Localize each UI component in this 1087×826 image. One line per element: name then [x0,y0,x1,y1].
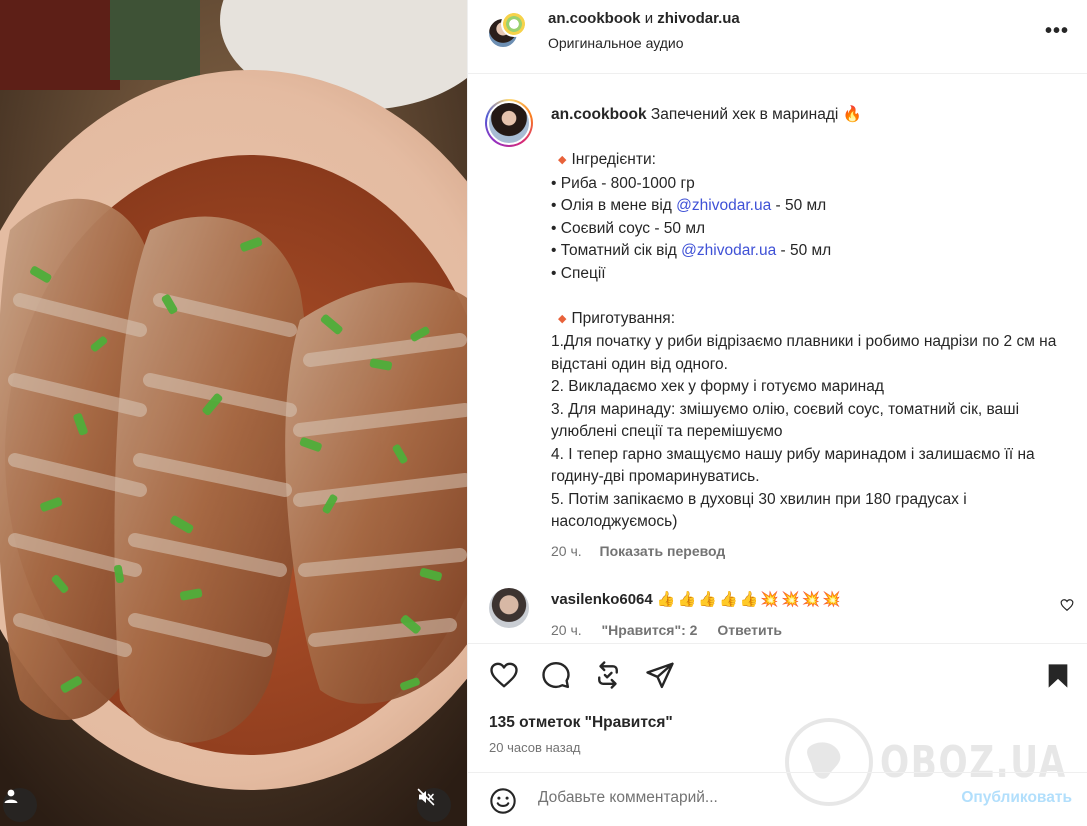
ingredient: Олія в мене від [560,197,672,214]
ingredients-heading: Інгредієнти: [571,151,656,168]
prep-step: 1.Для початку у риби відрізаємо плавники… [551,333,1057,373]
audio-link[interactable]: Оригинальное аудио [548,35,684,51]
add-comment-bar: Опубликовать [468,772,1087,826]
action-row [489,660,675,690]
avatar[interactable] [489,588,529,628]
caption-meta: 20 ч. Показать перевод [551,540,1071,563]
avatar[interactable] [485,99,533,147]
prep-step: 4. І тепер гарно змащуємо нашу рибу мари… [551,445,1035,486]
mention-link[interactable]: @zhivodar.ua [676,197,771,214]
translate-link[interactable]: Показать перевод [600,543,726,559]
share-send-icon[interactable] [645,660,675,690]
comment-time[interactable]: 20 ч. [551,622,582,638]
emoji-icon[interactable] [489,787,517,815]
diamond-icon: ◆ [558,154,567,166]
likes-count[interactable]: 135 отметок "Нравится" [489,714,673,732]
ingredient-amount: - 50 мл [780,242,832,259]
ingredient: Риба - 800-1000 гр [560,174,695,192]
collab-avatars[interactable] [487,11,531,55]
prep-heading: Приготування: [571,309,676,327]
caption-title: Запечений хек в маринаді [650,106,839,123]
post-header: an.cookbook и zhivodar.ua Оригинальное а… [468,0,1087,74]
fish-dish-image [0,0,467,826]
diamond-icon: ◆ [558,312,567,325]
post-authors: an.cookbook и zhivodar.ua [548,10,740,27]
caption-username[interactable]: an.cookbook [551,106,647,123]
comment-text: vasilenko6064 👍👍👍👍👍💥💥💥💥 [551,590,843,608]
like-heart-icon[interactable] [489,660,519,690]
ingredient: Томатний сік від [560,242,677,259]
bullet: • [551,174,557,192]
comment-item: vasilenko6064 👍👍👍👍👍💥💥💥💥 20 ч. "Нравится"… [468,580,1087,650]
post-panel: an.cookbook и zhivodar.ua Оригинальное а… [467,0,1087,826]
bullet: • [551,264,557,282]
tagged-users-button[interactable] [3,788,37,822]
author-link[interactable]: zhivodar.ua [657,10,740,27]
avatar[interactable] [501,11,527,37]
and-text: и [644,10,654,27]
caption-time[interactable]: 20 ч. [551,543,582,559]
heart-icon[interactable] [1060,598,1074,612]
ingredient: Спеції [560,264,606,282]
comment-likes[interactable]: "Нравится": 2 [602,622,698,638]
comment-emojis: 👍👍👍👍👍💥💥💥💥 [656,591,844,608]
ingredient-amount: - 50 мл [775,197,827,214]
post-timestamp[interactable]: 20 часов назад [489,740,581,755]
bullet: • [551,219,557,237]
bullet: • [551,242,557,259]
reply-button[interactable]: Ответить [717,622,782,638]
comment-icon[interactable] [541,660,571,690]
post-media[interactable] [0,0,467,826]
comment-input[interactable] [538,789,938,807]
mention-link[interactable]: @zhivodar.ua [681,242,776,259]
ingredient: Соєвий соус - 50 мл [560,219,706,237]
user-icon [4,789,18,803]
author-link[interactable]: an.cookbook [548,10,641,27]
prep-step: 5. Потім запікаємо в духовці 30 хвилин п… [551,490,967,531]
repost-icon[interactable] [593,660,623,690]
caption-text: an.cookbook Запечений хек в маринаді 🔥 ◆… [551,104,1071,562]
prep-step: 3. Для маринаду: змішуємо олію, соєвий с… [551,400,1020,441]
post-comment-button[interactable]: Опубликовать [961,789,1072,807]
bullet: • [551,197,557,214]
fire-emoji: 🔥 [842,106,862,123]
comment-username[interactable]: vasilenko6064 [551,591,653,608]
comment-meta: 20 ч. "Нравится": 2 Ответить [551,622,798,638]
more-options-icon[interactable]: ••• [1045,20,1069,43]
mute-button[interactable] [417,788,451,822]
prep-step: 2. Викладаємо хек у форму і готуємо мари… [551,378,884,395]
bookmark-icon[interactable] [1044,662,1072,690]
sound-off-icon [417,788,435,806]
